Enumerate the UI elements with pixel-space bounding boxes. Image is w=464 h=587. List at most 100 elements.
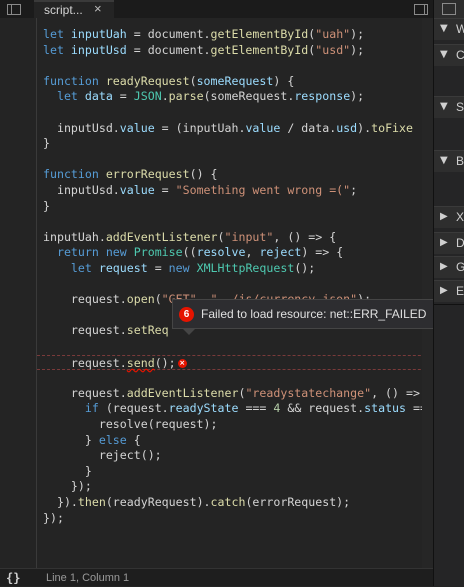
panel-section-header[interactable]: ▼ W: [434, 18, 464, 40]
code-token: catch: [210, 495, 246, 509]
panel-section: ▶ E: [434, 280, 464, 305]
code-line[interactable]: 12}: [37, 199, 433, 215]
code-token: return: [43, 245, 106, 260]
code-token: ((: [182, 245, 197, 260]
panel-section-label: G: [456, 260, 464, 274]
code-line[interactable]: 13: [37, 214, 433, 230]
panel-section-header[interactable]: ▼ S: [434, 96, 464, 118]
chevron-down-icon[interactable]: ▼: [440, 48, 448, 62]
panel-layout-icon[interactable]: [442, 3, 456, 15]
code-line[interactable]: 16 let request = new XMLHttpRequest();: [37, 261, 433, 277]
code-token: ) {: [273, 73, 295, 88]
panel-section-header[interactable]: ▶ E: [434, 280, 464, 302]
code-line[interactable]: 32});: [37, 511, 433, 527]
code-line[interactable]: 27 } else {: [37, 433, 433, 449]
code-line[interactable]: 7 inputUsd.value = (inputUah.value / dat…: [37, 121, 433, 137]
code-text: let inputUah = document.getElementById("…: [43, 27, 364, 43]
code-text: request.addEventListener("readystatechan…: [43, 386, 420, 402]
vertical-scrollbar[interactable]: [422, 18, 433, 568]
tab-script[interactable]: script... ×: [34, 0, 114, 18]
code-line[interactable]: 21: [37, 339, 433, 355]
code-line[interactable]: 14inputUah.addEventListener("input", () …: [37, 230, 433, 246]
code-line[interactable]: 31 }).then(readyRequest).catch(errorRequ…: [37, 495, 433, 511]
code-text: request.send(); ×: [43, 356, 187, 372]
code-token: "readystatechange": [245, 385, 372, 400]
code-text: inputUah.addEventListener("input", () =>…: [43, 230, 336, 246]
code-line[interactable]: 23: [37, 370, 433, 386]
panel-toolbar: [434, 0, 464, 18]
code-text: return new Promise((resolve, reject) => …: [43, 245, 343, 261]
panel-section-header[interactable]: ▶ D: [434, 232, 464, 254]
code-token: readyState: [168, 401, 239, 416]
code-line[interactable]: 5 let data = JSON.parse(someRequest.resp…: [37, 89, 433, 105]
code-line[interactable]: 15 return new Promise((resolve, reject) …: [37, 245, 433, 261]
toggle-sidebar-icon[interactable]: [0, 0, 28, 18]
code-line[interactable]: 4function readyRequest(someRequest) {: [37, 74, 433, 90]
code-token: function: [43, 73, 106, 88]
chevron-down-icon[interactable]: ▼: [440, 100, 448, 114]
panel-section-header[interactable]: ▼ C: [434, 44, 464, 66]
code-line[interactable]: 6: [37, 105, 433, 121]
code-token: );: [350, 42, 365, 57]
code-line[interactable]: 11 inputUsd.value = "Something went wron…: [37, 183, 433, 199]
code-line[interactable]: 17: [37, 277, 433, 293]
panel-section-label: E: [456, 284, 464, 298]
panel-section-header[interactable]: ▶ G: [434, 256, 464, 278]
code-line[interactable]: 33: [37, 526, 433, 542]
code-token: let: [43, 42, 71, 57]
code-line[interactable]: 28 reject();: [37, 448, 433, 464]
code-text: reject();: [43, 448, 162, 464]
code-editor[interactable]: 1let inputUah = document.getElementById(…: [37, 18, 433, 568]
code-text: });: [43, 511, 64, 527]
code-line[interactable]: 26 resolve(request);: [37, 417, 433, 433]
code-token: / data.: [280, 120, 337, 135]
code-token: value: [119, 183, 155, 197]
panel-section-header[interactable]: ▶ X: [434, 206, 464, 228]
code-line[interactable]: 30 });: [37, 479, 433, 495]
code-line[interactable]: 10function errorRequest() {: [37, 167, 433, 183]
code-line[interactable]: 25 if (request.readyState === 4 && reque…: [37, 401, 433, 417]
code-token: (: [189, 73, 197, 88]
code-line[interactable]: 8}: [37, 136, 433, 152]
chevron-right-icon[interactable]: ▶: [440, 210, 448, 224]
code-line[interactable]: 22 request.send();×: [37, 354, 433, 372]
code-token: }: [43, 136, 50, 151]
chevron-down-icon[interactable]: ▼: [440, 154, 448, 168]
code-text: resolve(request);: [43, 417, 218, 433]
code-token: request.: [43, 385, 127, 400]
chevron-right-icon[interactable]: ▶: [440, 284, 448, 298]
code-text: inputUsd.value = (inputUah.value / data.…: [43, 121, 413, 137]
code-text: request.setReq: [43, 323, 169, 339]
panel-section: ▶ X: [434, 206, 464, 233]
code-line[interactable]: 3: [37, 58, 433, 74]
code-line[interactable]: 29 }: [37, 464, 433, 480]
code-token: usd: [336, 120, 358, 135]
chevron-right-icon[interactable]: ▶: [440, 236, 448, 250]
code-line[interactable]: 1let inputUah = document.getElementById(…: [37, 27, 433, 43]
tab-label: script...: [44, 3, 83, 17]
code-text: let data = JSON.parse(someRequest.respon…: [43, 89, 364, 105]
panel-section-header[interactable]: ▼ B: [434, 150, 464, 172]
code-token: getElementById: [210, 27, 309, 41]
code-token: inputUah: [70, 27, 127, 41]
code-token: addEventListener: [105, 229, 218, 244]
code-token: setReq: [126, 323, 169, 338]
code-token: JSON: [133, 89, 162, 104]
code-text: if (request.readyState === 4 && request.…: [43, 401, 427, 417]
code-token: errorRequest: [105, 167, 190, 182]
chevron-right-icon[interactable]: ▶: [440, 260, 448, 274]
code-line[interactable]: 2let inputUsd = document.getElementById(…: [37, 43, 433, 59]
braces-icon[interactable]: {}: [6, 569, 20, 587]
panel-section: ▶ G: [434, 256, 464, 281]
toggle-panel-icon[interactable]: [410, 0, 433, 18]
code-token: "uah": [315, 27, 351, 41]
chevron-down-icon[interactable]: ▼: [440, 22, 448, 36]
code-token: inputUsd.: [43, 183, 120, 197]
close-icon[interactable]: ×: [94, 1, 102, 17]
panel-section: ▼ C: [434, 44, 464, 97]
code-line[interactable]: 24 request.addEventListener("readystatec…: [37, 386, 433, 402]
code-line[interactable]: 9: [37, 152, 433, 168]
error-message: Failed to load resource: net::ERR_FAILED: [201, 307, 427, 321]
error-marker-icon[interactable]: ×: [177, 358, 187, 368]
code-token: addEventListener: [126, 385, 239, 400]
